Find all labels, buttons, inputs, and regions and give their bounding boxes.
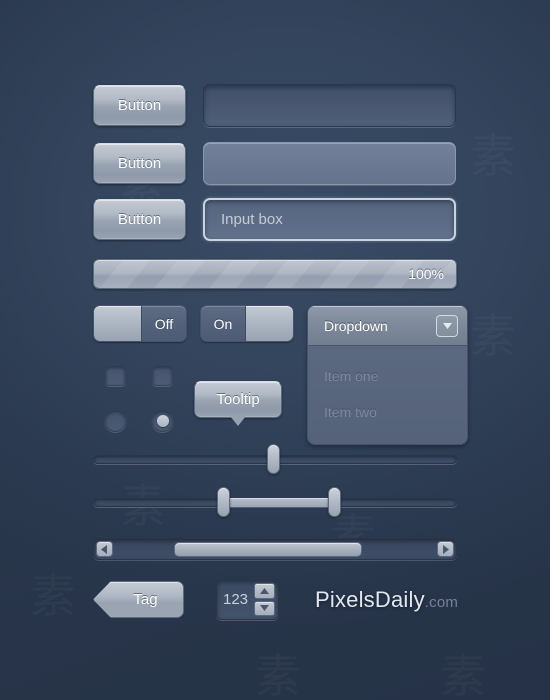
text-field-1[interactable]	[203, 84, 456, 127]
watermark: 素	[255, 640, 303, 700]
watermark: 素	[470, 300, 518, 366]
toggle-off[interactable]: Off	[93, 305, 187, 342]
brand-name: PixelsDaily	[315, 586, 425, 612]
progress-stripes	[94, 260, 456, 288]
row-slider-range	[93, 485, 457, 519]
row-button-field-2: Button	[93, 142, 456, 185]
dropdown[interactable]: Dropdown Item one Item two	[307, 305, 468, 445]
input-box[interactable]: Input box	[203, 198, 456, 241]
toggle-off-knob[interactable]	[94, 306, 142, 341]
checkbox-2[interactable]	[152, 365, 173, 386]
scrollbar[interactable]	[93, 538, 457, 560]
tooltip-tail	[230, 416, 246, 426]
button-1-label: Button	[117, 97, 162, 114]
progress-label: 100%	[408, 266, 444, 282]
toggle-off-label: Off	[154, 315, 174, 332]
dropdown-header[interactable]: Dropdown	[308, 306, 467, 346]
tag[interactable]: Tag	[93, 581, 184, 618]
button-1[interactable]: Button	[93, 85, 186, 126]
row-progress: 100%	[93, 259, 457, 289]
toggle-on-knob[interactable]	[245, 306, 293, 341]
arrow-left-icon[interactable]	[96, 541, 113, 557]
slider-single[interactable]	[93, 442, 457, 476]
button-2[interactable]: Button	[93, 143, 186, 184]
radio-2-dot	[156, 414, 169, 427]
scrollbar-thumb[interactable]	[174, 541, 362, 557]
toggle-on-label: On	[213, 315, 233, 332]
dropdown-item-2[interactable]: Item two	[308, 394, 467, 430]
tooltip-label: Tooltip	[216, 391, 260, 408]
stepper-arrows	[254, 580, 278, 619]
radio-1[interactable]	[104, 409, 127, 432]
row-slider-single	[93, 442, 457, 476]
slider-range-handle-high[interactable]	[328, 487, 341, 517]
watermark: 素	[30, 560, 78, 626]
input-box-value: Input box	[221, 211, 283, 228]
row-button-field-1: Button	[93, 84, 456, 127]
dropdown-item-1[interactable]: Item one	[308, 358, 467, 394]
row-scrollbar	[93, 538, 457, 560]
watermark: 素	[440, 640, 488, 700]
text-field-2[interactable]	[203, 142, 456, 185]
button-3-label: Button	[117, 211, 162, 228]
stepper-value[interactable]: 123	[217, 580, 254, 619]
dropdown-item-1-label: Item one	[324, 368, 379, 384]
slider-range-handle-low[interactable]	[217, 487, 230, 517]
dropdown-item-2-label: Item two	[324, 404, 377, 420]
arrow-down-icon[interactable]	[254, 600, 275, 616]
button-3[interactable]: Button	[93, 199, 186, 240]
tooltip: Tooltip	[194, 381, 282, 426]
tag-label: Tag	[133, 591, 158, 608]
slider-single-handle[interactable]	[267, 444, 280, 474]
row-tooltip: Tooltip	[194, 381, 282, 426]
brand-logo: PixelsDaily.com	[315, 587, 458, 613]
button-2-label: Button	[117, 155, 162, 172]
ui-kit-canvas: 素 素 素 素 素 素 素 素 Button Button Button Inp…	[0, 0, 550, 700]
slider-range[interactable]	[93, 485, 457, 519]
row-tag-stepper-brand: Tag 123 PixelsDaily.com	[93, 579, 458, 620]
chevron-down-icon[interactable]	[436, 314, 458, 337]
dropdown-selected-label: Dropdown	[324, 317, 388, 334]
dropdown-list: Item one Item two	[308, 346, 467, 444]
progress-bar[interactable]: 100%	[93, 259, 457, 289]
brand-tld: .com	[424, 593, 459, 611]
row-checkboxes	[105, 365, 173, 386]
watermark: 素	[470, 120, 518, 186]
number-stepper[interactable]: 123	[216, 579, 279, 620]
toggle-on[interactable]: On	[200, 305, 294, 342]
slider-range-fill	[223, 497, 334, 507]
row-radios	[104, 409, 174, 432]
radio-2[interactable]	[151, 409, 174, 432]
arrow-right-icon[interactable]	[437, 541, 454, 557]
checkbox-1[interactable]	[105, 365, 126, 386]
arrow-up-icon[interactable]	[254, 583, 275, 599]
row-button-field-3: Button Input box	[93, 198, 456, 241]
